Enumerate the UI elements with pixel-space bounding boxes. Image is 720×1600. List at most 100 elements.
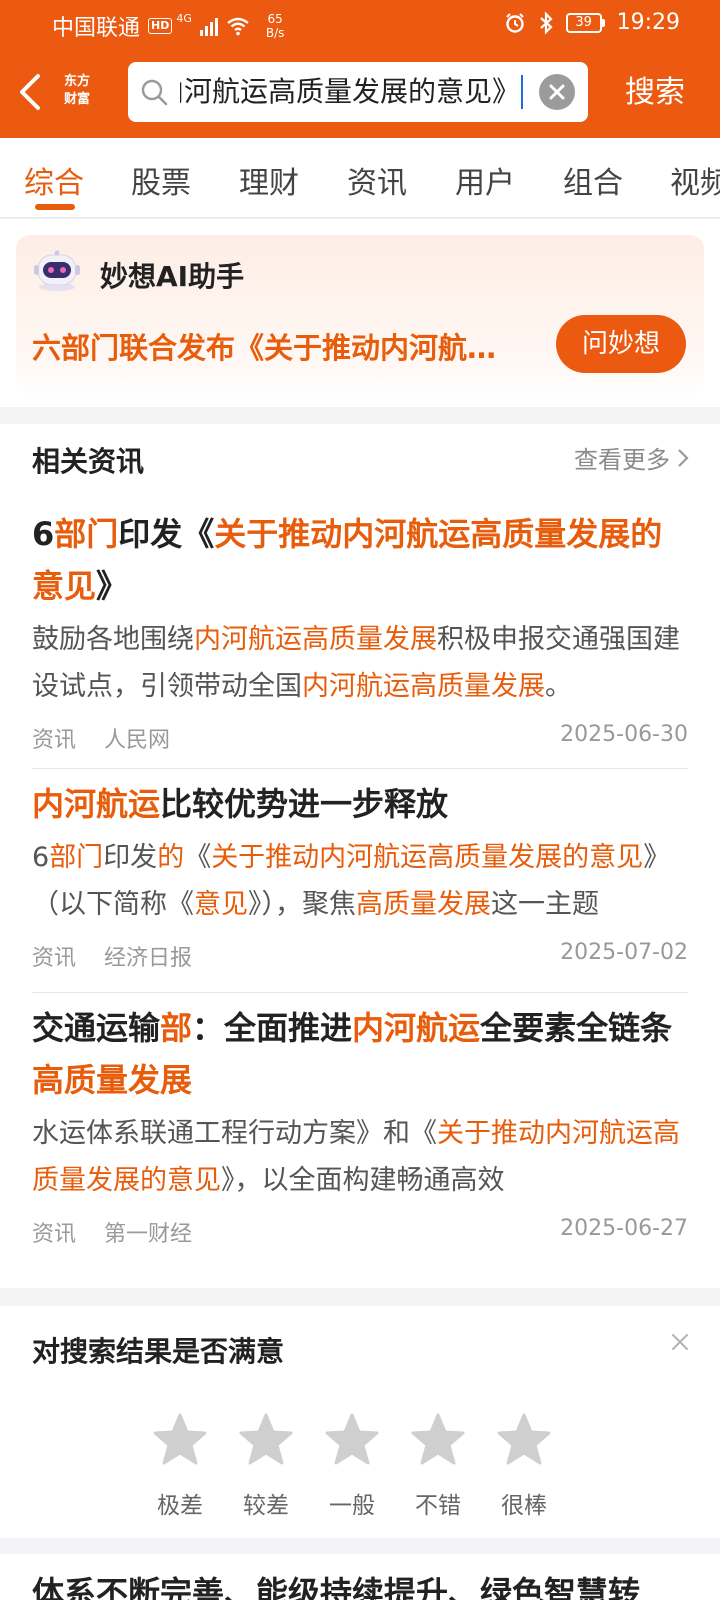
news-title: 交通运输部：全面推进内河航运全要素全链条高质量发展: [32, 1002, 688, 1106]
text-segment: ：全面推进: [192, 1009, 353, 1047]
tab-users[interactable]: 用户: [455, 158, 515, 202]
highlighted-keyword: 高质量发展: [32, 1061, 193, 1099]
logo-line-2: 财富: [63, 92, 90, 107]
text-segment: 《: [184, 842, 212, 873]
search-button[interactable]: 搜索: [600, 66, 710, 120]
tab-video[interactable]: 视频: [670, 158, 720, 202]
highlighted-keyword: 内河航运高质量发展: [302, 671, 545, 702]
divider: [32, 768, 688, 769]
hd-badge: HD: [148, 18, 173, 34]
news-title: 内河航运比较优势进一步释放: [32, 778, 688, 830]
category-tabs: 综合 股票 理财 资讯 用户 组合 视频: [0, 138, 720, 218]
rating-star-icon[interactable]: [496, 1412, 552, 1468]
text-segment: 》，以全面构建畅通高效: [221, 1165, 505, 1196]
rating-star-icon[interactable]: [324, 1412, 380, 1468]
view-more-label: 查看更多: [574, 446, 670, 474]
net-speed-value: 65: [267, 12, 283, 26]
rating-star-icon[interactable]: [238, 1412, 294, 1468]
ai-assistant-section: 妙想AI助手 六部门联合发布《关于推动内河航运高质量发展的意见》 问妙想: [0, 219, 720, 407]
active-tab-indicator: [35, 204, 75, 210]
chevron-right-icon: [678, 448, 689, 467]
alarm-icon: [505, 12, 524, 33]
text-segment: 印发《: [118, 515, 215, 553]
news-title: 6部门印发《关于推动内河航运高质量发展的意见》: [32, 508, 688, 612]
ai-assistant-title: 妙想AI助手: [100, 260, 245, 293]
battery-icon: 39: [565, 12, 605, 33]
rating-label[interactable]: 一般: [312, 1486, 392, 1520]
robot-icon: [34, 250, 80, 291]
text-segment: 比较优势进一步释放: [160, 785, 449, 823]
text-segment: 水运体系联通工程行动方案》和《: [32, 1118, 437, 1149]
text-segment: 交通运输: [32, 1009, 161, 1047]
net-speed: 65 B/s: [266, 12, 285, 40]
tab-news[interactable]: 资讯: [347, 158, 407, 202]
battery-level: 39: [565, 12, 602, 33]
close-feedback-icon[interactable]: [668, 1330, 692, 1354]
network-label: 4G: [176, 11, 192, 25]
close-icon: [549, 84, 565, 100]
text-caret: [521, 75, 523, 109]
tab-portfolio[interactable]: 组合: [563, 158, 623, 202]
search-box: 关于推动内河航运高质量发展的意见》: [128, 62, 588, 122]
net-speed-unit: B/s: [265, 26, 285, 40]
rating-label[interactable]: 很棒: [484, 1486, 564, 1520]
rating-star-icon[interactable]: [410, 1412, 466, 1468]
clear-search-button[interactable]: [539, 74, 575, 110]
ai-suggested-question[interactable]: 六部门联合发布《关于推动内河航运高质量发展的意见》: [32, 325, 502, 367]
news-item[interactable]: 内河航运比较优势进一步释放 6部门印发的《关于推动内河航运高质量发展的意见》（以…: [32, 778, 688, 990]
news-source: 经济日报: [104, 946, 193, 971]
tab-comprehensive[interactable]: 综合: [24, 158, 84, 202]
news-item[interactable]: 交通运输部：全面推进内河航运全要素全链条高质量发展 水运体系联通工程行动方案》和…: [32, 1002, 688, 1272]
wifi-icon: [227, 17, 249, 36]
news-category: 资讯: [32, 946, 77, 971]
news-source: 人民网: [104, 728, 171, 753]
rating-label[interactable]: 较差: [226, 1486, 306, 1520]
highlighted-keyword: 的: [157, 842, 185, 873]
news-category: 资讯: [32, 728, 77, 753]
highlighted-keyword: 部门: [49, 842, 104, 873]
rating-label[interactable]: 极差: [140, 1486, 220, 1520]
view-more-link[interactable]: 查看更多: [574, 440, 690, 475]
logo-line-1: 东方: [63, 74, 90, 89]
news-summary: 6部门印发的《关于推动内河航运高质量发展的意见》（以下简称《意见》），聚焦高质量…: [32, 834, 688, 928]
text-segment: 。: [545, 671, 572, 702]
text-segment: 这一主题: [491, 889, 599, 920]
news-meta: 资讯 人民网 2025-06-30: [32, 718, 688, 754]
search-input[interactable]: 关于推动内河航运高质量发展的意见》: [180, 68, 520, 116]
news-meta: 资讯 第一财经 2025-06-27: [32, 1212, 688, 1248]
text-segment: 6: [32, 842, 50, 873]
highlighted-keyword: 内河航运: [352, 1009, 481, 1047]
highlighted-keyword: 部: [160, 1009, 193, 1047]
bluetooth-icon: [539, 10, 553, 35]
app-header: 中国联通 HD 4G 65 B/s 39 19:29 东方 财富 河航运高质量发…: [0, 0, 720, 138]
news-summary: 鼓励各地围绕内河航运高质量发展积极申报交通强国建设试点，引领带动全国内河航运高质…: [32, 616, 688, 710]
news-summary: 水运体系联通工程行动方案》和《关于推动内河航运高质量发展的意见》，以全面构建畅通…: [32, 1110, 688, 1204]
news-meta: 资讯 经济日报 2025-07-02: [32, 936, 688, 972]
search-icon: [141, 79, 168, 106]
divider: [32, 992, 688, 993]
text-segment: 印发: [103, 842, 158, 873]
tab-wealth[interactable]: 理财: [239, 158, 299, 202]
text-segment: 全要素全链条: [480, 1009, 673, 1047]
related-news-section: 相关资讯 查看更多 6部门印发《关于推动内河航运高质量发展的意见》 鼓励各地围绕…: [0, 424, 720, 1288]
clock: 19:29: [616, 10, 680, 35]
tab-stocks[interactable]: 股票: [131, 158, 191, 202]
text-segment: 》），聚焦: [248, 889, 356, 920]
search-feedback-panel: 对搜索结果是否满意 极差 较差 一般 不错 很棒: [0, 1306, 720, 1538]
back-button[interactable]: [16, 72, 46, 112]
section-title: 相关资讯: [32, 445, 145, 478]
highlighted-keyword: 意见: [194, 889, 248, 920]
status-bar: 中国联通 HD 4G 65 B/s 39 19:29: [0, 0, 720, 50]
signal-icon: [199, 16, 218, 36]
ask-ai-button[interactable]: 问妙想: [556, 315, 686, 373]
news-date: 2025-06-27: [560, 1216, 688, 1241]
highlighted-keyword: 部门: [54, 515, 119, 553]
news-item[interactable]: 6部门印发《关于推动内河航运高质量发展的意见》 鼓励各地围绕内河航运高质量发展积…: [32, 508, 688, 760]
rating-star-icon[interactable]: [152, 1412, 208, 1468]
carrier-label: 中国联通: [52, 16, 141, 41]
rating-label[interactable]: 不错: [398, 1486, 478, 1520]
ai-assistant-card[interactable]: 妙想AI助手 六部门联合发布《关于推动内河航运高质量发展的意见》 问妙想: [16, 235, 704, 397]
news-item[interactable]: 体系不断完善、能级持续提升、绿色智慧转: [0, 1554, 720, 1600]
search-input-value: 关于推动内河航运高质量发展的意见》: [180, 75, 520, 108]
text-segment: 》: [96, 567, 129, 605]
